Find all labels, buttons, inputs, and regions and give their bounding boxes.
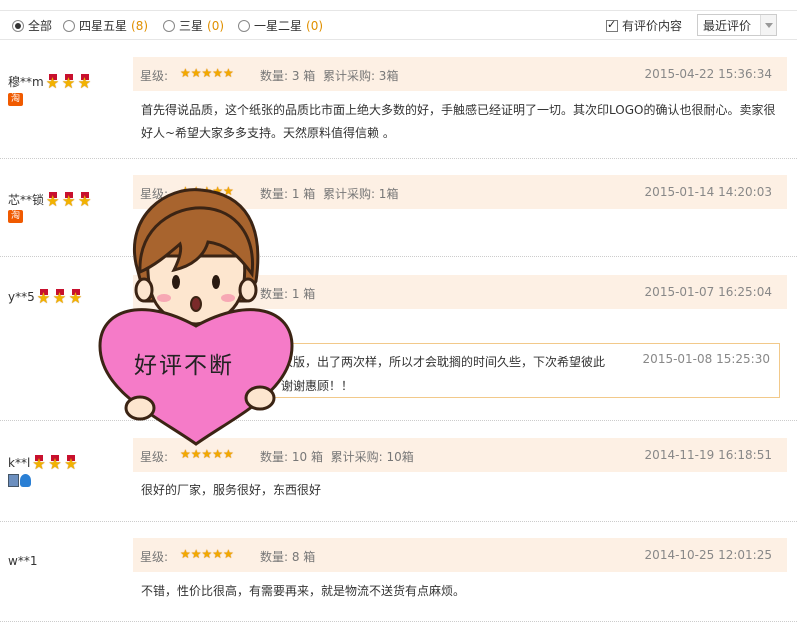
filter-all-label: 全部 — [28, 19, 53, 33]
medal-icon: ★ — [68, 289, 83, 307]
radio-icon[interactable] — [12, 19, 24, 32]
rating-stars-icon: ★★★★★ — [180, 547, 234, 561]
review-meta: 星级: ★★★★★ 数量: 8 箱 2014-10-25 12:01:25 — [133, 538, 787, 572]
medal-icon: ★ — [78, 191, 92, 210]
medal-icon: ★ — [46, 191, 60, 210]
medal-icon: ★ — [61, 73, 76, 92]
review-meta: 星级: ★★★★★ 数量: 3 箱 累计采购: 3箱 2015-04-22 15… — [133, 57, 787, 91]
filter-three-stars[interactable]: 三星 (0) — [163, 17, 224, 34]
medal-icon: ★ — [45, 73, 60, 92]
has-content-label: 有评价内容 — [622, 19, 683, 33]
filter-four-five-label: 四星五星 — [79, 19, 128, 33]
verified-badge-icon — [8, 474, 31, 488]
reviewer: w**1 — [8, 554, 37, 568]
medal-icon: ★ — [52, 289, 67, 307]
radio-icon[interactable] — [63, 19, 75, 32]
review-date: 2014-10-25 12:01:25 — [644, 548, 772, 562]
radio-icon[interactable] — [163, 19, 175, 32]
star-label: 星级: — [140, 450, 169, 464]
review-date: 2015-01-07 16:25:04 — [644, 285, 772, 299]
reviewer-name: k**l — [8, 456, 31, 470]
star-label: 星级: — [140, 69, 169, 83]
filter-all[interactable]: 全部 — [12, 17, 52, 34]
review-content: 很好的厂家，服务很好，东西很好 — [141, 483, 322, 497]
rating-stars-icon: ★★★★★ — [180, 66, 234, 80]
medal-icon: ★ — [32, 455, 46, 473]
reviewer: 芯**锁 ★ ★ ★ — [8, 191, 92, 208]
mascot-caption: 好评不断 — [134, 353, 234, 379]
filter-one-two-label: 一星二星 — [254, 19, 303, 33]
sort-select[interactable]: 最近评价 — [697, 14, 777, 36]
reviewer-name: 穆**m — [8, 75, 44, 89]
taobao-icon: 淘 — [8, 93, 23, 106]
reviewer-name: y**5 — [8, 290, 35, 304]
reviewer: k**l ★ ★ ★ — [8, 455, 78, 473]
filter-three-label: 三星 — [179, 19, 204, 33]
has-content-checkbox[interactable] — [606, 18, 618, 32]
medal-icon: ★ — [64, 455, 78, 473]
medal-icon: ★ — [77, 73, 92, 92]
medal-icon: ★ — [36, 289, 51, 307]
review-item: 穆**m ★ ★ ★ 淘 星级: ★★★★★ 数量: 3 箱 累计采购: 3箱 … — [0, 55, 797, 159]
taobao-icon: 淘 — [8, 210, 23, 223]
review-item: w**1 星级: ★★★★★ 数量: 8 箱 2014-10-25 12:01:… — [0, 522, 797, 622]
quantity: 数量: 8 箱 — [260, 550, 316, 564]
sort-select-value: 最近评价 — [703, 18, 752, 33]
review-date: 2015-04-22 15:36:34 — [644, 67, 772, 81]
filter-four-five-stars[interactable]: 四星五星 (8) — [63, 17, 148, 34]
has-content-filter[interactable]: 有评价内容 — [606, 17, 682, 34]
review-date: 2015-01-14 14:20:03 — [644, 185, 772, 199]
quantity: 数量: 10 箱 累计采购: 10箱 — [260, 450, 414, 464]
review-date: 2014-11-19 16:18:51 — [644, 448, 772, 462]
filter-four-five-count: (8) — [131, 18, 149, 33]
radio-icon[interactable] — [238, 19, 250, 32]
reviewer-name: 芯**锁 — [8, 193, 45, 207]
reviewer: y**5 ★ ★ ★ — [8, 289, 83, 307]
filter-three-count: (0) — [207, 18, 225, 33]
review-content: 首先得说品质，这个纸张的品质比市面上绝大多数的好，手触感已经证明了一切。其次印L… — [141, 103, 776, 140]
review-filter-bar: 全部 四星五星 (8) 三星 (0) 一星二星 (0) 有评价内容 最近评价 — [0, 10, 797, 40]
mascot-boy-heart-icon — [98, 188, 294, 446]
quantity: 数量: 3 箱 累计采购: 3箱 — [260, 69, 399, 83]
chevron-down-icon[interactable] — [760, 15, 776, 35]
rating-stars-icon: ★★★★★ — [180, 447, 234, 461]
filter-one-two-count: (0) — [306, 18, 324, 33]
star-label: 星级: — [140, 550, 169, 564]
reviewer-name: w**1 — [8, 554, 38, 568]
reviewer: 穆**m ★ ★ ★ — [8, 73, 92, 90]
medal-icon: ★ — [62, 191, 76, 210]
seller-reply-date: 2015-01-08 15:25:30 — [642, 352, 770, 366]
filter-one-two-stars[interactable]: 一星二星 (0) — [238, 17, 323, 34]
review-content: 不错，性价比很高，有需要再来，就是物流不送货有点麻烦。 — [141, 584, 466, 598]
medal-icon: ★ — [48, 455, 62, 473]
